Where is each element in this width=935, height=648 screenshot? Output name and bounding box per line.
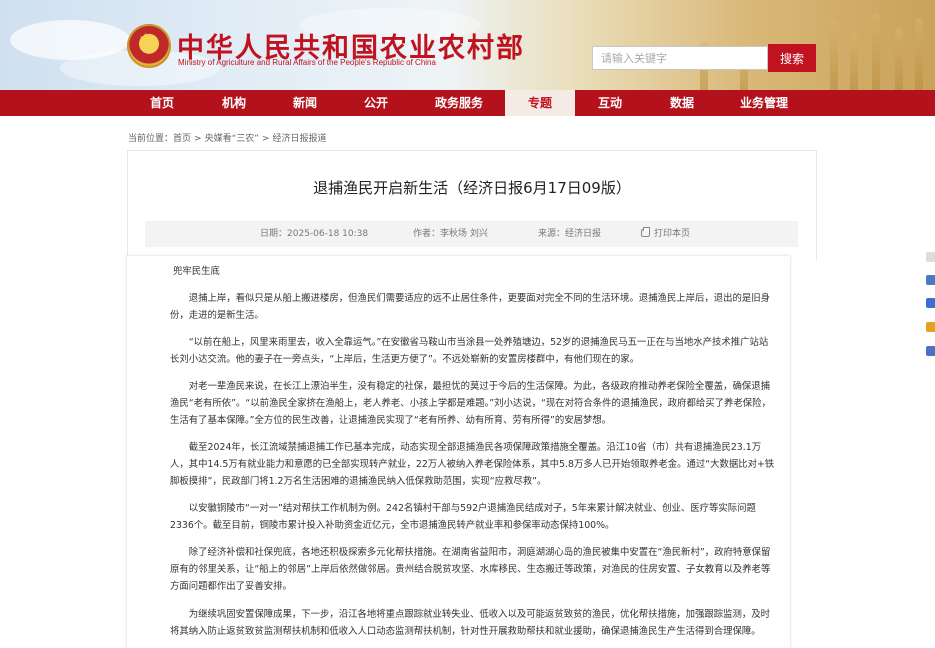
article-paragraph: 除了经济补偿和社保兜底，各地还积极探索多元化帮扶措施。在湖南省益阳市，洞庭湖湖心…: [170, 547, 771, 592]
side-icon-5[interactable]: [926, 346, 935, 356]
nav-item-business[interactable]: 业务管理: [730, 90, 798, 116]
breadcrumb-link-economic-daily[interactable]: 经济日报报道: [272, 134, 326, 144]
main-nav: 首页 机构 新闻 公开 政务服务 专题 互动 数据 业务管理: [0, 90, 935, 116]
breadcrumb-link-media[interactable]: 央媒看“三农”: [205, 134, 259, 144]
search-input[interactable]: [592, 46, 768, 70]
breadcrumb-prefix: 当前位置：: [128, 134, 174, 144]
source-label: 来源：: [538, 229, 566, 239]
wheat-decoration: [830, 20, 838, 90]
wheat-decoration: [915, 18, 923, 90]
nav-item-topics[interactable]: 专题: [505, 90, 575, 116]
side-icon-4[interactable]: [926, 322, 935, 332]
author-value: 李秋场 刘兴: [440, 229, 488, 239]
article-paragraph: “以前在船上，风里来雨里去，收入全靠运气。”在安徽省马鞍山市当涂县一处养殖塘边，…: [170, 337, 769, 365]
source-value: 经济日报: [565, 229, 602, 239]
article-title: 退捕渔民开启新生活（经济日报6月17日09版）: [313, 179, 631, 197]
article-paragraph: 截至2024年，长江流域禁捕退捕工作已基本完成，动态实现全部退捕渔民各项保障政策…: [170, 442, 775, 487]
article-paragraph: 退捕上岸，看似只是从船上搬进楼房，但渔民们需要适应的远不止居住条件，更要面对完全…: [170, 293, 771, 321]
national-emblem-icon[interactable]: ★: [127, 24, 171, 68]
author-label: 作者：: [413, 229, 441, 239]
side-icon-3[interactable]: [926, 298, 935, 308]
site-subtitle: Ministry of Agriculture and Rural Affair…: [178, 58, 436, 67]
breadcrumb: 当前位置：首页 > 央媒看“三农” > 经济日报报道: [128, 131, 326, 144]
date-value: 2025-06-18 10:38: [287, 229, 369, 239]
article-paragraph: 为继续巩固安置保障成果，下一步，沿江各地将重点跟踪就业转失业、低收入以及可能返贫…: [170, 609, 771, 637]
nav-item-interaction[interactable]: 互动: [586, 90, 634, 116]
breadcrumb-separator: >: [261, 134, 270, 144]
source-meta: 来源：经济日报: [538, 221, 601, 247]
date-meta: 日期：2025-06-18 10:38: [260, 221, 368, 247]
wheat-decoration: [895, 28, 903, 90]
side-icon-2[interactable]: [926, 275, 935, 285]
print-button[interactable]: 打印本页: [641, 221, 690, 247]
date-label: 日期：: [260, 229, 288, 239]
nav-item-institutions[interactable]: 机构: [210, 90, 258, 116]
breadcrumb-link-home[interactable]: 首页: [173, 134, 191, 144]
breadcrumb-separator: >: [194, 134, 202, 144]
nav-item-data[interactable]: 数据: [658, 90, 706, 116]
wheat-decoration: [872, 14, 880, 90]
nav-item-public[interactable]: 公开: [352, 90, 400, 116]
nav-item-home[interactable]: 首页: [138, 90, 186, 116]
printer-icon: [641, 227, 650, 237]
article-paragraph: 兜牢民生底: [173, 266, 220, 277]
search-button[interactable]: 搜索: [768, 44, 816, 72]
article-paragraph: 对老一辈渔民来说，在长江上漂泊半生，没有稳定的社保，最担忧的莫过于今后的生活保障…: [170, 381, 771, 426]
nav-item-services[interactable]: 政务服务: [425, 90, 493, 116]
article-paragraph: 以安徽铜陵市“一对一”结对帮扶工作机制为例。242名镇村干部与592户退捕渔民结…: [170, 503, 756, 531]
article-meta-bar: 日期：2025-06-18 10:38 作者：李秋场 刘兴 来源：经济日报 打印…: [145, 221, 798, 247]
site-header: ★ 中华人民共和国农业农村部 Ministry of Agriculture a…: [0, 0, 935, 90]
star-icon: ★: [139, 31, 152, 47]
side-icon-1[interactable]: [926, 252, 935, 262]
print-label: 打印本页: [654, 229, 691, 239]
nav-item-news[interactable]: 新闻: [281, 90, 329, 116]
author-meta: 作者：李秋场 刘兴: [413, 221, 488, 247]
wheat-decoration: [850, 32, 858, 90]
